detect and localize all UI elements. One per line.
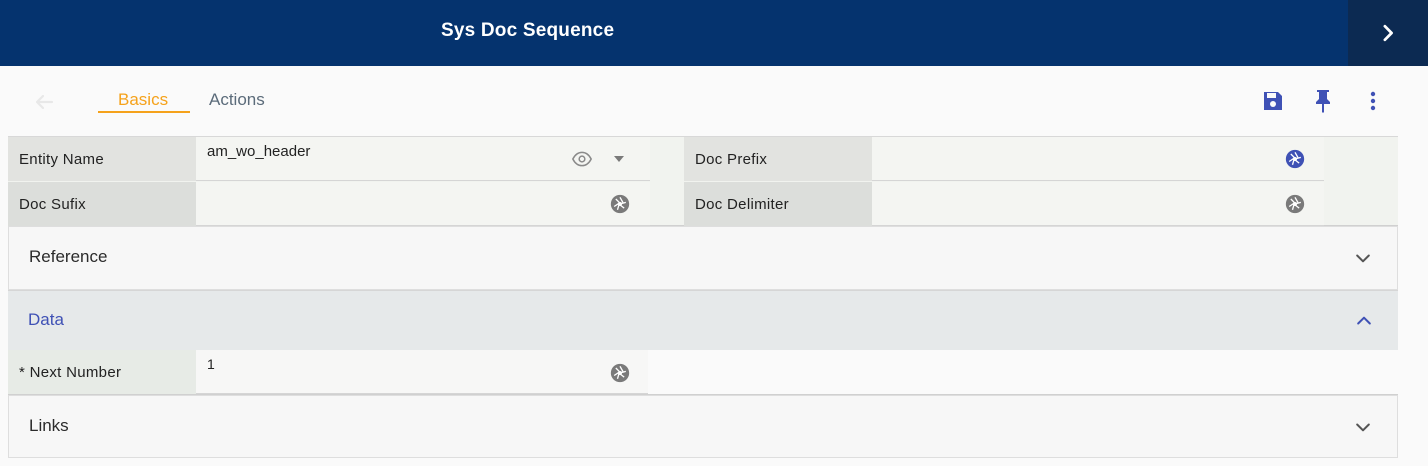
section-reference-title: Reference: [29, 247, 108, 266]
section-data-title: Data: [28, 310, 64, 329]
doc-sufix-label-text: Doc Sufix: [19, 195, 86, 213]
doc-delimiter-label-text: Doc Delimiter: [695, 195, 789, 213]
more-vert-icon: [1370, 91, 1376, 111]
basic-form: Entity Name am_wo_header Doc Prefix Doc …: [8, 136, 1398, 226]
next-number-label: * Next Number: [8, 350, 196, 394]
more-options-button[interactable]: [1360, 88, 1386, 114]
doc-delimiter-field[interactable]: [872, 182, 1324, 226]
dropdown-arrow-icon[interactable]: [614, 156, 624, 162]
aperture-icon[interactable]: [610, 194, 630, 214]
eye-icon[interactable]: [572, 150, 592, 168]
tab-basics[interactable]: Basics: [118, 90, 168, 110]
arrow-left-icon: [35, 94, 54, 110]
chevron-right-icon: [1383, 24, 1393, 42]
next-button[interactable]: [1348, 0, 1428, 66]
section-links[interactable]: Links: [8, 395, 1398, 458]
pin-icon: [1316, 90, 1330, 113]
chevron-down-icon[interactable]: [1353, 417, 1373, 437]
doc-prefix-label: Doc Prefix: [684, 137, 872, 181]
section-data[interactable]: Data: [8, 290, 1398, 350]
next-number-field[interactable]: 1: [196, 350, 648, 394]
entity-name-label: Entity Name: [8, 137, 196, 181]
app-header: Sys Doc Sequence: [0, 0, 1428, 66]
save-button[interactable]: [1260, 88, 1286, 114]
next-number-label-text: * Next Number: [19, 363, 122, 381]
back-button[interactable]: [32, 90, 56, 114]
pin-button[interactable]: [1310, 88, 1336, 114]
doc-sufix-field[interactable]: [196, 182, 650, 226]
entity-name-value: am_wo_header: [207, 143, 311, 160]
doc-sufix-label: Doc Sufix: [8, 182, 196, 226]
tab-actions[interactable]: Actions: [209, 90, 265, 110]
next-number-value: 1: [207, 356, 215, 372]
entity-name-label-text: Entity Name: [19, 150, 104, 168]
doc-prefix-field[interactable]: [872, 137, 1324, 181]
section-links-title: Links: [29, 416, 69, 435]
toolbar: Basics Actions: [0, 66, 1428, 136]
doc-delimiter-label: Doc Delimiter: [684, 182, 872, 226]
aperture-icon[interactable]: [1285, 194, 1305, 214]
aperture-icon[interactable]: [1285, 149, 1305, 169]
active-tab-indicator: [98, 111, 190, 113]
chevron-down-icon[interactable]: [1353, 248, 1373, 268]
entity-name-field[interactable]: am_wo_header: [196, 137, 650, 181]
section-reference[interactable]: Reference: [8, 226, 1398, 290]
doc-prefix-label-text: Doc Prefix: [695, 150, 768, 168]
chevron-up-icon[interactable]: [1354, 311, 1374, 331]
page-title: Sys Doc Sequence: [441, 20, 615, 41]
save-icon: [1264, 92, 1282, 110]
section-data-body: * Next Number 1: [8, 350, 1398, 395]
aperture-icon[interactable]: [610, 363, 630, 383]
